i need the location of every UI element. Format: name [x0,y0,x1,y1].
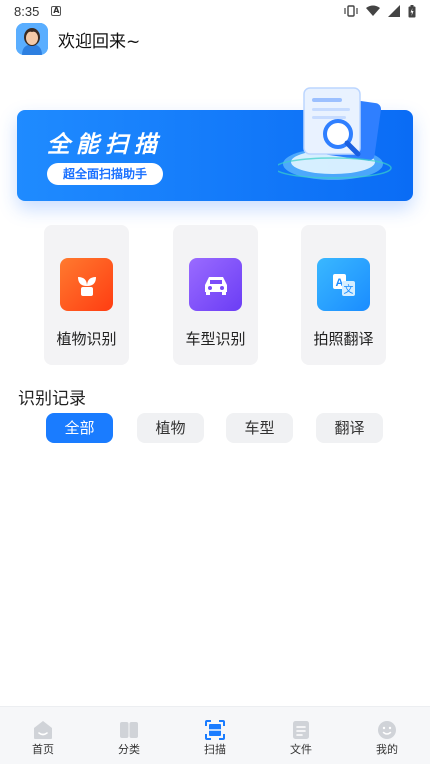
bottom-nav: 首页 分类 扫描 文件 我的 [0,706,430,764]
battery-icon [408,4,416,17]
status-time: 8:35 [14,3,40,19]
profile-icon [378,721,396,739]
svg-text:文: 文 [343,283,353,296]
feature-plant-recognition[interactable]: 植物识别 [44,225,129,365]
scan-icon [205,720,225,740]
file-icon [293,721,309,739]
filter-all[interactable]: 全部 [46,413,113,443]
nav-profile-label: 我的 [376,743,398,756]
avatar-illustration [16,23,48,55]
nav-category[interactable]: 分类 [86,707,172,764]
status-bar: 8:35 A [0,0,430,22]
filter-translate[interactable]: 翻译 [316,413,383,443]
car-icon [189,258,242,311]
greeting-text: 欢迎回来~ [58,31,141,52]
banner-title: 全能扫描 [47,132,163,158]
feature-photo-translate[interactable]: A 文 拍照翻译 [301,225,386,365]
feature-plant-label: 植物识别 [56,330,117,348]
document-scan-illustration [278,87,392,180]
feature-car-label: 车型识别 [185,330,246,348]
nav-files[interactable]: 文件 [258,707,344,764]
signal-icon [388,5,400,17]
translate-icon: A 文 [317,258,370,311]
record-filters: 全部 植物 车型 翻译 [46,413,386,443]
header: 欢迎回来~ [16,22,140,56]
feature-translate-label: 拍照翻译 [313,330,374,348]
avatar[interactable] [16,23,48,55]
filter-plant[interactable]: 植物 [137,413,204,443]
home-icon [34,721,52,739]
nav-category-label: 分类 [118,743,140,756]
nav-home[interactable]: 首页 [0,707,86,764]
nav-files-label: 文件 [290,743,312,756]
status-icons [344,4,416,18]
nav-home-label: 首页 [32,743,54,756]
nav-scan-label: 扫描 [204,743,226,756]
category-icon [120,722,138,738]
feature-cards: 植物识别 车型识别 A 文 拍照翻译 [44,225,386,365]
notification-icon: A [51,6,62,16]
plant-icon [60,258,113,311]
nav-scan[interactable]: 扫描 [172,707,258,764]
records-title: 识别记录 [18,389,86,409]
vibrate-icon [344,5,358,17]
nav-profile[interactable]: 我的 [344,707,430,764]
banner-subtitle-button[interactable]: 超全面扫描助手 [47,163,164,185]
filter-car[interactable]: 车型 [226,413,293,443]
wifi-icon [366,5,380,16]
feature-car-recognition[interactable]: 车型识别 [173,225,258,365]
